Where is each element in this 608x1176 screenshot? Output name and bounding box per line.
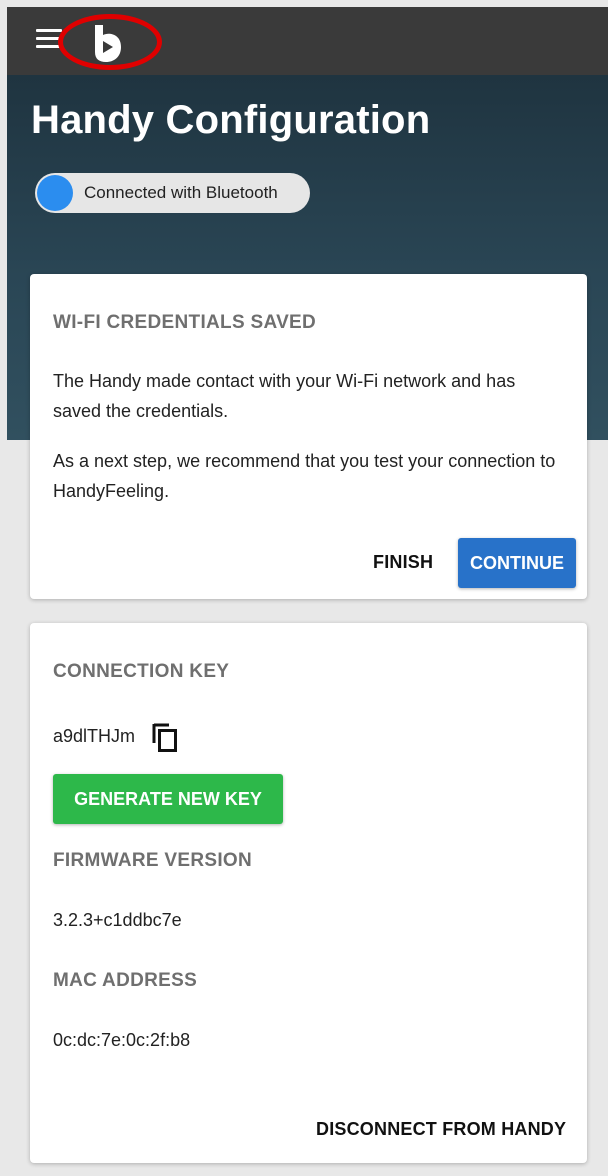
firmware-version-title: FIRMWARE VERSION — [53, 850, 253, 871]
generate-new-key-button[interactable]: GENERATE NEW KEY — [53, 774, 283, 824]
connection-key-value: a9dlTHJm — [53, 726, 136, 746]
toggle-knob — [37, 175, 73, 211]
wifi-card-paragraph-1: The Handy made contact with your Wi-Fi n… — [53, 371, 516, 421]
continue-button[interactable]: CONTINUE — [458, 538, 576, 588]
wifi-card-title: WI-FI CREDENTIALS SAVED — [53, 312, 317, 333]
copy-icon[interactable] — [152, 722, 178, 752]
connection-key-title: CONNECTION KEY — [53, 661, 230, 682]
wifi-credentials-card: WI-FI CREDENTIALS SAVED The Handy made c… — [30, 274, 587, 599]
bluetooth-toggle[interactable]: Connected with Bluetooth — [35, 173, 310, 213]
wifi-card-paragraph-2: As a next step, we recommend that you te… — [53, 451, 556, 501]
mac-address-title: MAC ADDRESS — [53, 970, 198, 991]
bluetooth-status-label: Connected with Bluetooth — [84, 183, 278, 202]
firmware-version-value: 3.2.3+c1ddbc7e — [53, 910, 182, 930]
logo-highlight-annotation — [58, 14, 162, 70]
finish-button[interactable]: FINISH — [373, 552, 433, 573]
mac-address-value: 0c:dc:7e:0c:2f:b8 — [53, 1030, 191, 1050]
device-info-card: CONNECTION KEY a9dlTHJm GENERATE NEW KEY… — [30, 623, 587, 1163]
disconnect-button[interactable]: DISCONNECT FROM HANDY — [316, 1119, 566, 1140]
page-title: Handy Configuration — [31, 98, 431, 142]
